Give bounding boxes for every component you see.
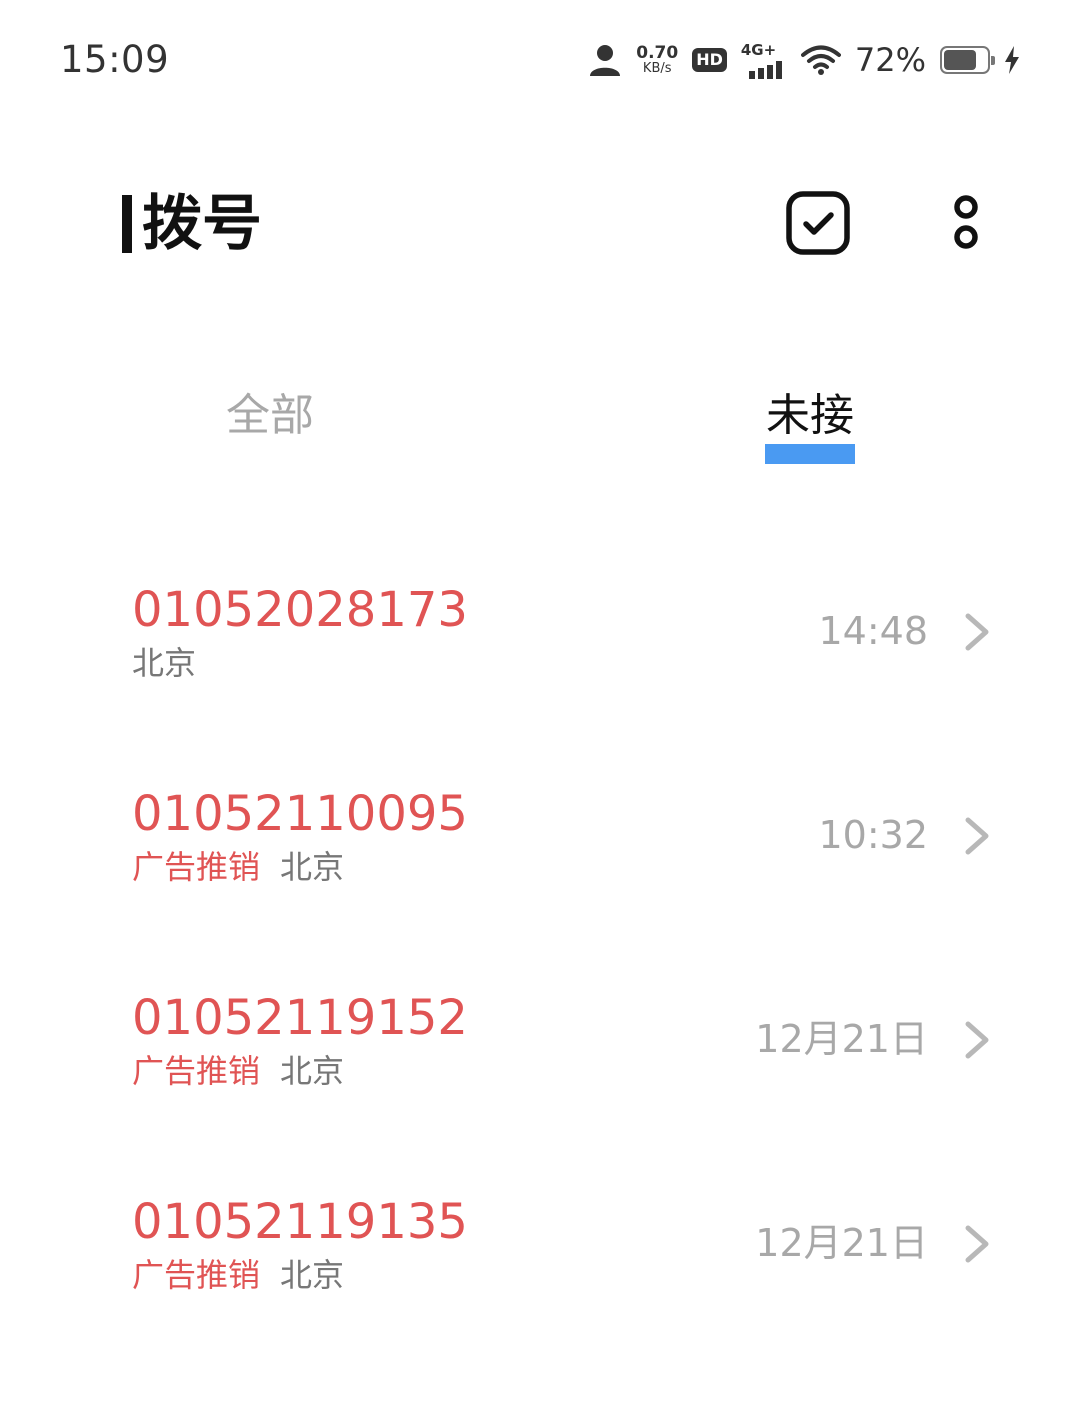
call-number: 01052119135 (132, 1194, 468, 1250)
call-number: 01052119152 (132, 990, 468, 1046)
call-number: 01052110095 (132, 786, 468, 842)
chevron-right-icon[interactable] (962, 1224, 992, 1264)
call-time: 12月21日 (755, 1017, 928, 1061)
call-time: 10:32 (818, 813, 928, 857)
check-square-icon[interactable] (786, 191, 850, 255)
net-speed: 0.70 KB/s (636, 43, 679, 76)
call-row[interactable]: 01052028173 北京 14:48 (0, 580, 1080, 740)
call-tag: 广告推销 (132, 1256, 261, 1294)
dialer-screen: 15:09 0.70 KB/s HD 4G+ 72% 拨号 全部 未接 0105… (0, 0, 1080, 1404)
wifi-icon (800, 45, 841, 75)
tab-indicator (765, 444, 855, 464)
title-accent-bar (122, 195, 132, 253)
charging-icon (1005, 46, 1019, 74)
status-bar: 15:09 0.70 KB/s HD 4G+ 72% (0, 0, 1080, 120)
call-location: 北京 (132, 644, 197, 682)
call-meta: 广告推销 北京 (132, 1254, 344, 1296)
call-meta: 广告推销 北京 (132, 846, 344, 888)
battery-icon (940, 46, 995, 74)
call-row[interactable]: 01052119135 广告推销 北京 12月21日 (0, 1192, 1080, 1352)
call-location: 北京 (280, 1052, 345, 1090)
page-title: 拨号 (142, 189, 262, 259)
call-number: 01052028173 (132, 582, 468, 638)
call-location: 北京 (280, 848, 345, 886)
net-type-label: 4G+ (740, 41, 777, 59)
tab-all[interactable]: 全部 (226, 388, 314, 444)
cellular-indicator: 4G+ (741, 41, 787, 79)
status-time: 15:09 (60, 38, 170, 81)
call-location: 北京 (280, 1256, 345, 1294)
call-meta: 广告推销 北京 (132, 1050, 344, 1092)
call-row[interactable]: 01052119152 广告推销 北京 12月21日 (0, 988, 1080, 1148)
hd-badge: HD (692, 48, 727, 72)
signal-icon (748, 61, 782, 79)
person-icon (590, 45, 621, 76)
call-time: 12月21日 (755, 1221, 928, 1265)
chevron-right-icon[interactable] (962, 816, 992, 856)
tab-missed[interactable]: 未接 (766, 388, 854, 444)
more-vertical-icon[interactable] (944, 191, 988, 255)
call-tag: 广告推销 (132, 848, 261, 886)
battery-percent: 72% (854, 41, 926, 79)
call-meta: 北京 (132, 642, 196, 684)
chevron-right-icon[interactable] (962, 1020, 992, 1060)
call-row[interactable]: 01052110095 广告推销 北京 10:32 (0, 784, 1080, 944)
status-icons: 0.70 KB/s HD 4G+ 72% (588, 38, 1020, 82)
call-tag: 广告推销 (132, 1052, 261, 1090)
call-time: 14:48 (818, 609, 928, 653)
chevron-right-icon[interactable] (962, 612, 992, 652)
